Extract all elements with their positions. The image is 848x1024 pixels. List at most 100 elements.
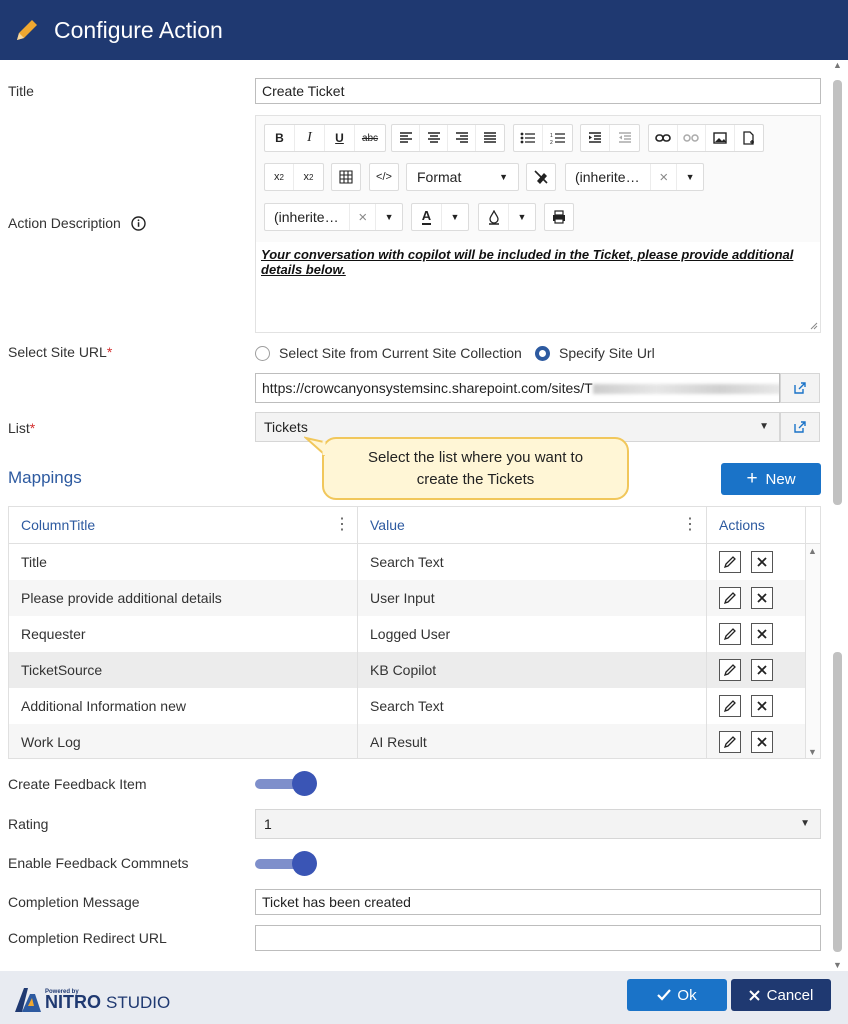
edit-button[interactable]: [719, 695, 741, 717]
info-icon[interactable]: [131, 216, 146, 231]
open-list-button[interactable]: [780, 412, 820, 442]
clear-format-icon[interactable]: [527, 164, 555, 190]
create-feedback-toggle[interactable]: [255, 771, 317, 797]
edit-button[interactable]: [719, 551, 741, 573]
subscript-button[interactable]: x2: [265, 164, 295, 190]
unlink-icon[interactable]: [678, 125, 706, 151]
scroll-up-icon[interactable]: ▲: [833, 60, 842, 70]
strikethrough-button[interactable]: abc: [355, 125, 385, 151]
svg-text:2: 2: [550, 140, 553, 144]
chevron-down-icon[interactable]: ▼: [509, 204, 535, 230]
close-icon[interactable]: ×: [350, 204, 377, 230]
table-icon[interactable]: [332, 164, 360, 190]
delete-button[interactable]: [751, 695, 773, 717]
format-select[interactable]: Format ▼: [407, 164, 518, 190]
delete-button[interactable]: [751, 659, 773, 681]
description-content[interactable]: Your conversation with copilot will be i…: [261, 247, 801, 277]
format-dropdown[interactable]: Format ▼: [406, 163, 519, 191]
ok-button[interactable]: Ok: [627, 979, 727, 1011]
chevron-down-icon[interactable]: ▼: [442, 204, 468, 230]
cancel-button[interactable]: Cancel: [731, 979, 831, 1011]
close-icon: [757, 629, 767, 639]
outdent-icon[interactable]: [610, 125, 639, 151]
checkmark-icon: [657, 989, 672, 1001]
column-header-columntitle[interactable]: ColumnTitle: [21, 507, 95, 543]
numbered-list-icon[interactable]: 12: [543, 125, 572, 151]
code-view-icon[interactable]: </>: [370, 164, 398, 190]
scroll-down-icon[interactable]: ▼: [833, 960, 842, 970]
chevron-down-icon[interactable]: ▼: [677, 164, 703, 190]
delete-button[interactable]: [751, 623, 773, 645]
italic-button[interactable]: I: [295, 125, 325, 151]
cancel-label: Cancel: [766, 986, 814, 1004]
resize-handle-icon[interactable]: [810, 322, 818, 330]
radio-current-site-label[interactable]: Select Site from Current Site Collection: [279, 345, 522, 361]
mappings-grid: ColumnTitle ⋮ Value ⋮ Actions Title Searc…: [8, 506, 821, 759]
font-size-dropdown[interactable]: (inherite… × ▼: [264, 203, 403, 231]
delete-button[interactable]: [751, 551, 773, 573]
chevron-down-icon[interactable]: ▼: [376, 204, 402, 230]
image-icon[interactable]: [706, 125, 735, 151]
grid-scrollbar[interactable]: ▲ ▼: [806, 544, 820, 758]
rich-text-editor[interactable]: B I U abc 12 x2 x2 </> Format ▼ (inherit…: [255, 115, 821, 333]
clear-format-group: [526, 163, 556, 191]
column-header-value[interactable]: Value: [370, 507, 405, 543]
radio-specify-site-label[interactable]: Specify Site Url: [559, 345, 655, 361]
site-url-input[interactable]: https://crowcanyonsystemsinc.sharepoint.…: [255, 373, 780, 403]
open-site-button[interactable]: [780, 373, 820, 403]
edit-button[interactable]: [719, 587, 741, 609]
delete-button[interactable]: [751, 731, 773, 753]
edit-button[interactable]: [719, 731, 741, 753]
table-row[interactable]: Requester Logged User: [9, 616, 805, 652]
table-row[interactable]: Please provide additional details User In…: [9, 580, 805, 616]
edit-button[interactable]: [719, 659, 741, 681]
superscript-button[interactable]: x2: [294, 164, 323, 190]
underline-button[interactable]: U: [325, 125, 355, 151]
chevron-down-icon: ▼: [800, 818, 810, 829]
callout-line-1: Select the list where you want to: [367, 449, 584, 466]
scrollbar-thumb[interactable]: [833, 652, 842, 952]
rating-select[interactable]: 1 ▼: [255, 809, 821, 839]
link-icon[interactable]: [649, 125, 678, 151]
completion-message-input[interactable]: Ticket has been created: [255, 889, 821, 915]
print-icon[interactable]: [545, 204, 573, 230]
scroll-down-icon[interactable]: ▼: [808, 747, 817, 757]
table-row[interactable]: Additional Information new Search Text: [9, 688, 805, 724]
align-center-icon[interactable]: [420, 125, 448, 151]
scrollbar-thumb[interactable]: [833, 80, 842, 505]
radio-specify-site[interactable]: [535, 346, 550, 361]
scroll-up-icon[interactable]: ▲: [808, 546, 817, 556]
align-left-icon[interactable]: [392, 125, 420, 151]
delete-button[interactable]: [751, 587, 773, 609]
feedback-comments-toggle[interactable]: [255, 851, 317, 877]
table-row[interactable]: Work Log AI Result: [9, 724, 805, 758]
close-icon[interactable]: ×: [651, 164, 678, 190]
radio-current-site[interactable]: [255, 346, 270, 361]
font-color-icon[interactable]: A: [412, 204, 442, 230]
edit-button[interactable]: [719, 623, 741, 645]
bullet-list-icon[interactable]: [514, 125, 544, 151]
align-right-icon[interactable]: [448, 125, 476, 151]
fill-color-icon[interactable]: [479, 204, 509, 230]
close-icon: [757, 665, 767, 675]
chevron-down-icon: ▼: [759, 421, 769, 432]
page-scrollbar[interactable]: ▲ ▼: [832, 60, 844, 970]
column-menu-icon[interactable]: ⋮: [334, 507, 350, 543]
table-row[interactable]: TicketSource KB Copilot: [9, 652, 805, 688]
new-mapping-button[interactable]: + New: [721, 463, 821, 495]
font-family-dropdown[interactable]: (inherite… × ▼: [565, 163, 704, 191]
insert-file-icon[interactable]: [735, 125, 763, 151]
title-input[interactable]: Create Ticket: [255, 78, 821, 104]
bold-button[interactable]: B: [265, 125, 295, 151]
column-menu-icon[interactable]: ⋮: [682, 507, 698, 543]
font-family-value[interactable]: (inherite…: [566, 164, 652, 190]
font-color-dropdown[interactable]: A ▼: [411, 203, 469, 231]
pencil-icon: [723, 699, 737, 713]
indent-icon[interactable]: [581, 125, 611, 151]
background-color-dropdown[interactable]: ▼: [478, 203, 536, 231]
table-row[interactable]: Title Search Text: [9, 544, 805, 580]
font-size-value[interactable]: (inherite…: [265, 204, 351, 230]
brand-name: Powered by NITRO STUDIO: [45, 989, 170, 1013]
redirect-url-input[interactable]: [255, 925, 821, 951]
justify-icon[interactable]: [476, 125, 504, 151]
